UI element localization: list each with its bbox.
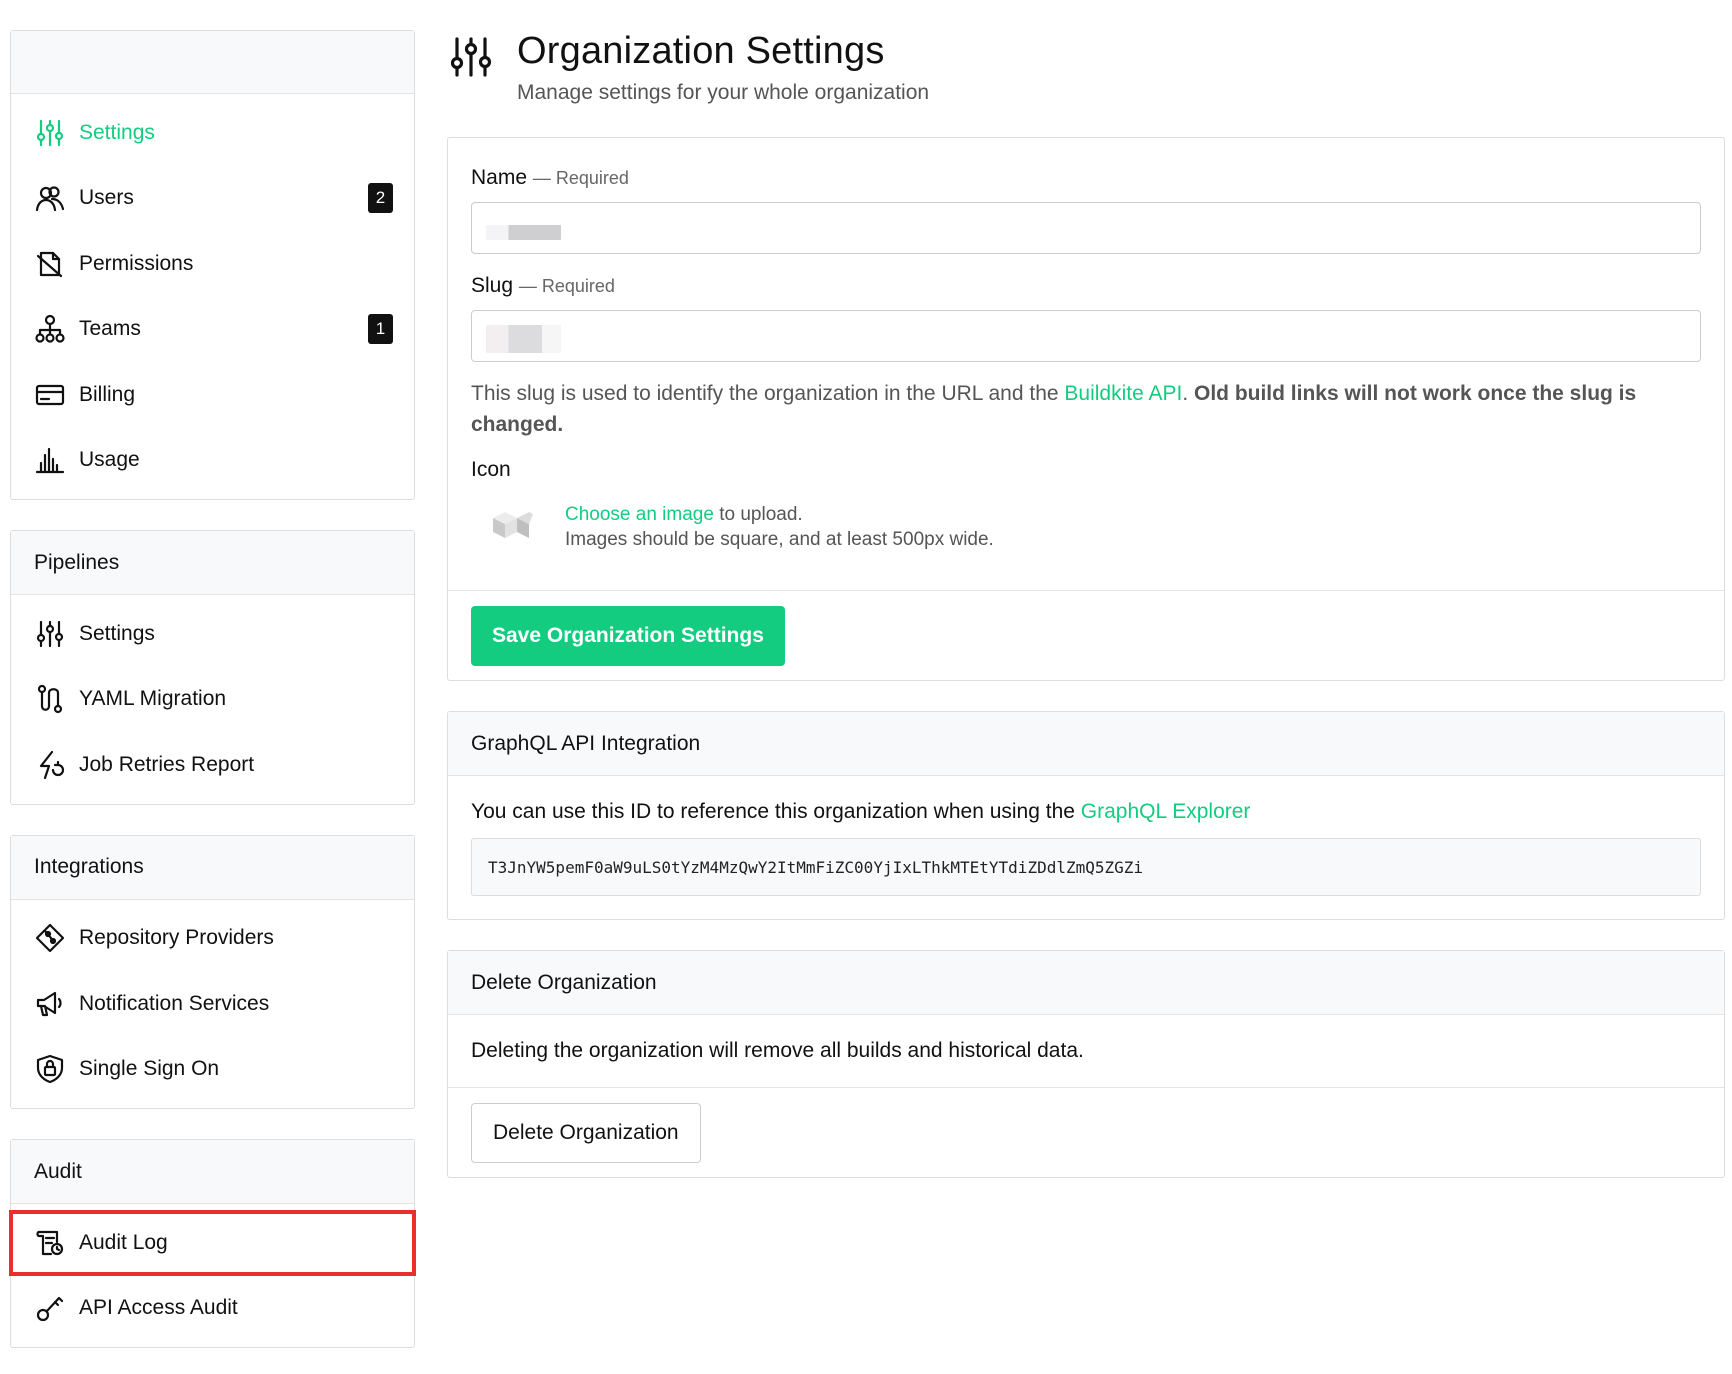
slug-field-label: Slug — Required <box>471 274 1701 298</box>
teams-count-badge: 1 <box>368 314 393 345</box>
choose-image-link[interactable]: Choose an image <box>565 504 714 525</box>
sidebar-item-yaml-migration[interactable]: YAML Migration <box>11 667 414 733</box>
main-content: Organization Settings Manage settings fo… <box>447 30 1725 1208</box>
required-note: — Required <box>532 168 629 188</box>
buildkite-logo-icon <box>493 512 533 538</box>
sidebar-org-panel: Settings Users 2 Permissions Teams 1 Bil… <box>10 30 415 500</box>
organization-settings-card: Name — Required Slug — Required This slu… <box>447 137 1725 681</box>
sidebar-item-settings[interactable]: Settings <box>11 100 414 166</box>
usage-chart-icon <box>35 445 65 475</box>
delete-organization-card: Delete Organization Deleting the organiz… <box>447 950 1725 1178</box>
required-note: — Required <box>518 276 615 296</box>
graphql-card: GraphQL API Integration You can use this… <box>447 711 1725 920</box>
sidebar-item-users[interactable]: Users 2 <box>11 166 414 232</box>
icon-upload-row: Choose an image to upload. Images should… <box>471 498 1701 590</box>
retry-icon <box>35 750 65 780</box>
slug-label-text: Slug <box>471 274 514 297</box>
page-subtitle: Manage settings for your whole organizat… <box>517 81 930 104</box>
sidebar-item-label: Repository Providers <box>79 926 274 950</box>
sidebar-org-header <box>11 31 414 94</box>
sidebar-item-label: Settings <box>79 621 155 645</box>
sidebar-section-title: Integrations <box>11 835 414 900</box>
sidebar-pipelines-panel: Pipelines Settings YAML Migration Job Re… <box>10 530 415 805</box>
name-field-label: Name — Required <box>471 166 1701 190</box>
sidebar-item-label: Billing <box>79 382 136 406</box>
slug-input[interactable] <box>471 310 1701 362</box>
icon-upload-text: Choose an image to upload. Images should… <box>565 502 994 552</box>
sliders-icon <box>449 35 493 79</box>
sidebar-item-teams[interactable]: Teams 1 <box>11 297 414 363</box>
icon-requirements: Images should be square, and at least 50… <box>565 529 994 550</box>
megaphone-icon <box>35 989 65 1019</box>
permissions-icon <box>35 249 65 279</box>
sliders-icon <box>35 118 65 148</box>
sidebar-item-label: YAML Migration <box>79 687 227 711</box>
sidebar-item-label: Audit Log <box>79 1230 168 1254</box>
sidebar-item-label: Teams <box>79 317 141 341</box>
sidebar-item-label: Users <box>79 186 134 210</box>
sidebar-item-audit-log[interactable]: Audit Log <box>9 1210 416 1276</box>
graphql-explorer-link[interactable]: GraphQL Explorer <box>1081 800 1251 823</box>
sidebar-item-notification-services[interactable]: Notification Services <box>11 971 414 1037</box>
sidebar-item-label: Settings <box>79 120 155 144</box>
page-title: Organization Settings <box>517 30 885 72</box>
slug-hint-separator: . <box>1182 382 1194 405</box>
sidebar: Settings Users 2 Permissions Teams 1 Bil… <box>9 30 416 1374</box>
billing-icon <box>35 380 65 410</box>
sidebar-item-single-sign-on[interactable]: Single Sign On <box>11 1037 414 1103</box>
sidebar-section-title: Pipelines <box>11 531 414 595</box>
sidebar-item-job-retries[interactable]: Job Retries Report <box>11 732 414 798</box>
graphql-card-title: GraphQL API Integration <box>448 712 1724 776</box>
form-footer: Save Organization Settings <box>448 590 1724 680</box>
sidebar-item-permissions[interactable]: Permissions <box>11 231 414 297</box>
sidebar-item-pipeline-settings[interactable]: Settings <box>11 601 414 667</box>
sidebar-item-api-access-audit[interactable]: API Access Audit <box>11 1276 414 1342</box>
buildkite-api-link[interactable]: Buildkite API <box>1064 382 1182 405</box>
sidebar-item-label: Permissions <box>79 251 194 275</box>
name-label-text: Name <box>471 166 528 189</box>
save-organization-settings-button[interactable]: Save Organization Settings <box>471 606 785 666</box>
sidebar-item-label: Job Retries Report <box>79 752 255 776</box>
users-icon <box>35 183 65 213</box>
sliders-icon <box>35 619 65 649</box>
organization-icon-placeholder[interactable] <box>483 498 543 558</box>
sidebar-integrations-panel: Integrations Repository Providers Notifi… <box>10 834 415 1109</box>
delete-description: Deleting the organization will remove al… <box>448 1015 1724 1088</box>
delete-card-title: Delete Organization <box>448 951 1724 1015</box>
graphql-description: You can use this ID to reference this or… <box>471 800 1701 824</box>
graphql-id-field[interactable]: T3JnYW5pemF0aW9uLS0tYzM4MzQwY2ItMmFiZC00… <box>471 838 1701 896</box>
slug-hint: This slug is used to identify the organi… <box>471 378 1701 440</box>
graphql-description-text: You can use this ID to reference this or… <box>471 800 1081 823</box>
shield-lock-icon <box>35 1054 65 1084</box>
sidebar-item-usage[interactable]: Usage <box>11 428 414 494</box>
audit-log-icon <box>35 1228 65 1258</box>
teams-icon <box>35 314 65 344</box>
sidebar-item-label: Usage <box>79 448 140 472</box>
sidebar-audit-panel: Audit Audit Log API Access Audit <box>9 1139 416 1348</box>
key-icon <box>35 1293 65 1323</box>
sidebar-item-billing[interactable]: Billing <box>11 362 414 428</box>
users-count-badge: 2 <box>368 183 393 214</box>
name-input[interactable] <box>471 202 1701 254</box>
icon-field-label: Icon <box>471 458 511 481</box>
sidebar-item-repository-providers[interactable]: Repository Providers <box>11 906 414 972</box>
sidebar-item-label: Single Sign On <box>79 1057 220 1081</box>
git-icon <box>35 923 65 953</box>
page-header: Organization Settings Manage settings fo… <box>447 30 1725 138</box>
delete-card-footer: Delete Organization <box>448 1088 1724 1177</box>
sidebar-section-title: Audit <box>11 1140 414 1204</box>
delete-organization-button[interactable]: Delete Organization <box>471 1103 701 1163</box>
slug-hint-text: This slug is used to identify the organi… <box>471 382 1065 405</box>
choose-image-suffix: to upload. <box>713 504 803 525</box>
graphql-card-body: You can use this ID to reference this or… <box>448 776 1724 919</box>
sidebar-item-label: API Access Audit <box>79 1296 238 1320</box>
redacted-name-value <box>486 225 561 240</box>
migration-icon <box>35 684 65 714</box>
sidebar-item-label: Notification Services <box>79 991 270 1015</box>
redacted-slug-value <box>486 325 561 353</box>
